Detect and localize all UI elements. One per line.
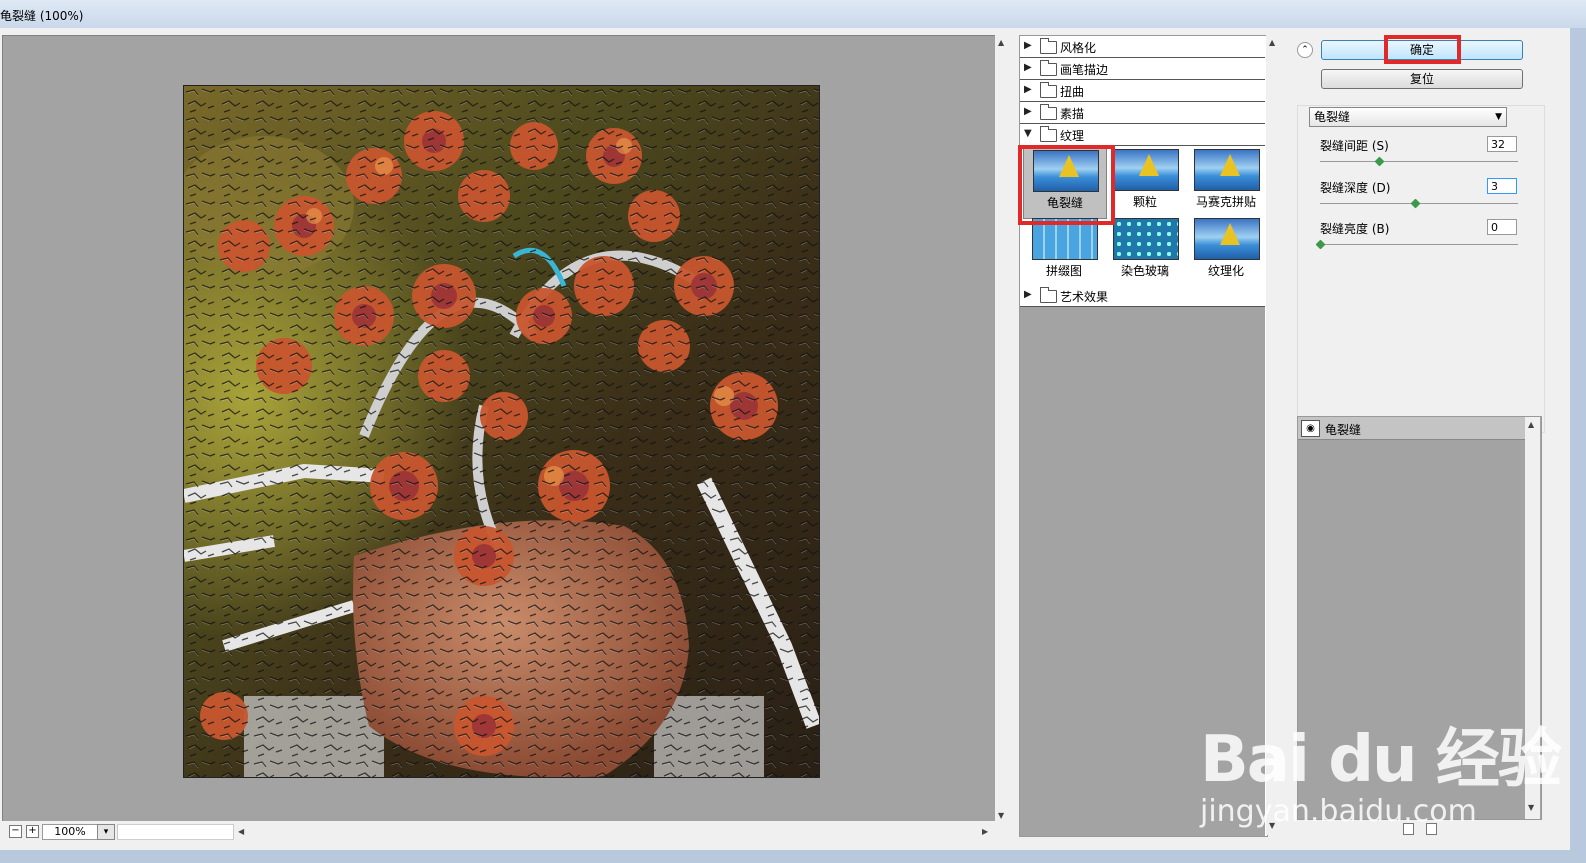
effect-layer-row[interactable]: ◉ 龟裂缝 — [1298, 417, 1525, 440]
param-label: 裂缝深度 (D) — [1320, 181, 1391, 195]
title-bar: 龟裂缝 (100%) — [0, 0, 1586, 28]
filter-category-row[interactable]: ▶ 艺术效果 — [1020, 285, 1265, 307]
filter-thumbnail[interactable]: 颗粒 — [1104, 147, 1186, 217]
preview-vertical-scrollbar[interactable]: ▲ ▼ — [995, 35, 1010, 825]
highlight-selected-filter — [1018, 145, 1115, 225]
effect-layer-label: 龟裂缝 — [1325, 423, 1362, 437]
filter-select[interactable]: 龟裂缝 ▼ — [1309, 107, 1507, 127]
expand-right-icon[interactable]: ▶ — [1024, 40, 1032, 51]
filter-settings-panel — [1297, 105, 1545, 433]
eye-icon[interactable]: ◉ — [1301, 420, 1320, 437]
filter-thumbnail-label: 纹理化 — [1207, 264, 1244, 278]
folder-icon — [1040, 60, 1057, 76]
filter-category-row[interactable]: ▶ 风格化 — [1020, 36, 1265, 58]
window-bottom-border — [0, 850, 1586, 863]
filter-category-label: 艺术效果 — [1060, 290, 1109, 304]
zoom-dropdown-button[interactable]: ▾ — [97, 824, 115, 840]
folder-icon — [1040, 287, 1057, 303]
filter-category-label: 画笔描边 — [1060, 63, 1109, 77]
filter-gallery-dialog: ▲ ▼ − + 100% ▾ ◀ ▶ ▶ 风格化 ▶ 画笔描边 ▶ 扭曲 ▶ 素描 ▼ 纹理 龟裂… — [0, 28, 1570, 850]
param-slider[interactable] — [1320, 244, 1518, 245]
filter-category-row[interactable]: ▶ 扭曲 — [1020, 80, 1265, 102]
watermark: Bai du 经验 jingyan.baidu.com — [1200, 708, 1562, 829]
folder-icon — [1040, 126, 1057, 142]
folder-icon — [1040, 38, 1057, 54]
param-slider[interactable] — [1320, 161, 1518, 162]
filter-category-row[interactable]: ▼ 纹理 — [1020, 124, 1265, 146]
zoom-out-button[interactable]: − — [9, 825, 22, 838]
param-input[interactable]: 0 — [1487, 219, 1517, 235]
window-title: 龟裂缝 (100%) — [0, 9, 84, 23]
filter-category-row[interactable]: ▶ 画笔描边 — [1020, 58, 1265, 80]
filter-thumbnail-label: 马赛克拼贴 — [1195, 195, 1256, 209]
zoom-track — [117, 824, 234, 840]
param-label: 裂缝亮度 (B) — [1320, 222, 1390, 236]
filter-thumbnail-label: 染色玻璃 — [1120, 264, 1169, 278]
folder-icon — [1040, 82, 1057, 98]
filter-thumbnail[interactable]: 染色玻璃 — [1104, 216, 1186, 286]
preview-image[interactable] — [174, 85, 822, 778]
chevron-down-icon: ▼ — [1495, 112, 1502, 122]
scroll-down-icon[interactable]: ▼ — [998, 811, 1004, 821]
filter-thumbnail-image — [1113, 149, 1179, 191]
layers-scroll-up-icon[interactable]: ▲ — [1528, 420, 1534, 430]
filter-thumbnail[interactable]: 马赛克拼贴 — [1185, 147, 1267, 217]
folder-icon — [1040, 104, 1057, 120]
expand-right-icon[interactable]: ▶ — [1024, 62, 1032, 73]
expand-right-icon[interactable]: ▶ — [1024, 84, 1032, 95]
scroll-up-icon[interactable]: ▲ — [998, 38, 1004, 48]
zoom-level-field[interactable]: 100% — [42, 824, 98, 840]
filter-thumbnail-image — [1113, 218, 1179, 260]
filter-category-label: 风格化 — [1060, 41, 1097, 55]
filter-thumbnail-image — [1194, 218, 1260, 260]
preview-photo — [174, 86, 822, 778]
expand-down-icon[interactable]: ▼ — [1024, 128, 1032, 139]
filter-thumbnail-image — [1194, 149, 1260, 191]
zoom-in-button[interactable]: + — [26, 825, 39, 838]
window-border — [1570, 28, 1586, 863]
filter-category-row[interactable]: ▶ 素描 — [1020, 102, 1265, 124]
highlight-ok-button — [1384, 35, 1461, 64]
filter-thumbnail-label: 拼缀图 — [1045, 264, 1082, 278]
filter-thumbnail-label: 颗粒 — [1132, 195, 1157, 209]
expand-right-icon[interactable]: ▶ — [1024, 289, 1032, 300]
filter-category-label: 素描 — [1060, 107, 1085, 121]
scroll-left-icon[interactable]: ◀ — [238, 827, 244, 837]
zoom-bar: − + 100% ▾ ◀ ▶ — [0, 821, 1000, 843]
filter-thumbnail[interactable]: 纹理化 — [1185, 216, 1267, 286]
param-label: 裂缝间距 (S) — [1320, 139, 1389, 153]
param-input[interactable]: 3 — [1487, 178, 1517, 194]
scroll-right-icon[interactable]: ▶ — [982, 827, 988, 837]
expand-right-icon[interactable]: ▶ — [1024, 106, 1032, 117]
preview-area[interactable] — [2, 35, 997, 827]
param-input[interactable]: 32 — [1487, 136, 1517, 152]
gallery-scroll-up-icon[interactable]: ▲ — [1269, 38, 1275, 48]
reset-button[interactable]: 复位 — [1321, 69, 1523, 89]
watermark-logo: Bai du 经验 — [1200, 723, 1562, 797]
filter-thumbnail[interactable]: 拼缀图 — [1023, 216, 1105, 286]
filter-select-value: 龟裂缝 — [1314, 110, 1351, 124]
collapse-panel-icon[interactable]: ⌃ — [1297, 42, 1313, 58]
filter-category-label: 扭曲 — [1060, 85, 1085, 99]
filter-category-label: 纹理 — [1060, 129, 1085, 143]
